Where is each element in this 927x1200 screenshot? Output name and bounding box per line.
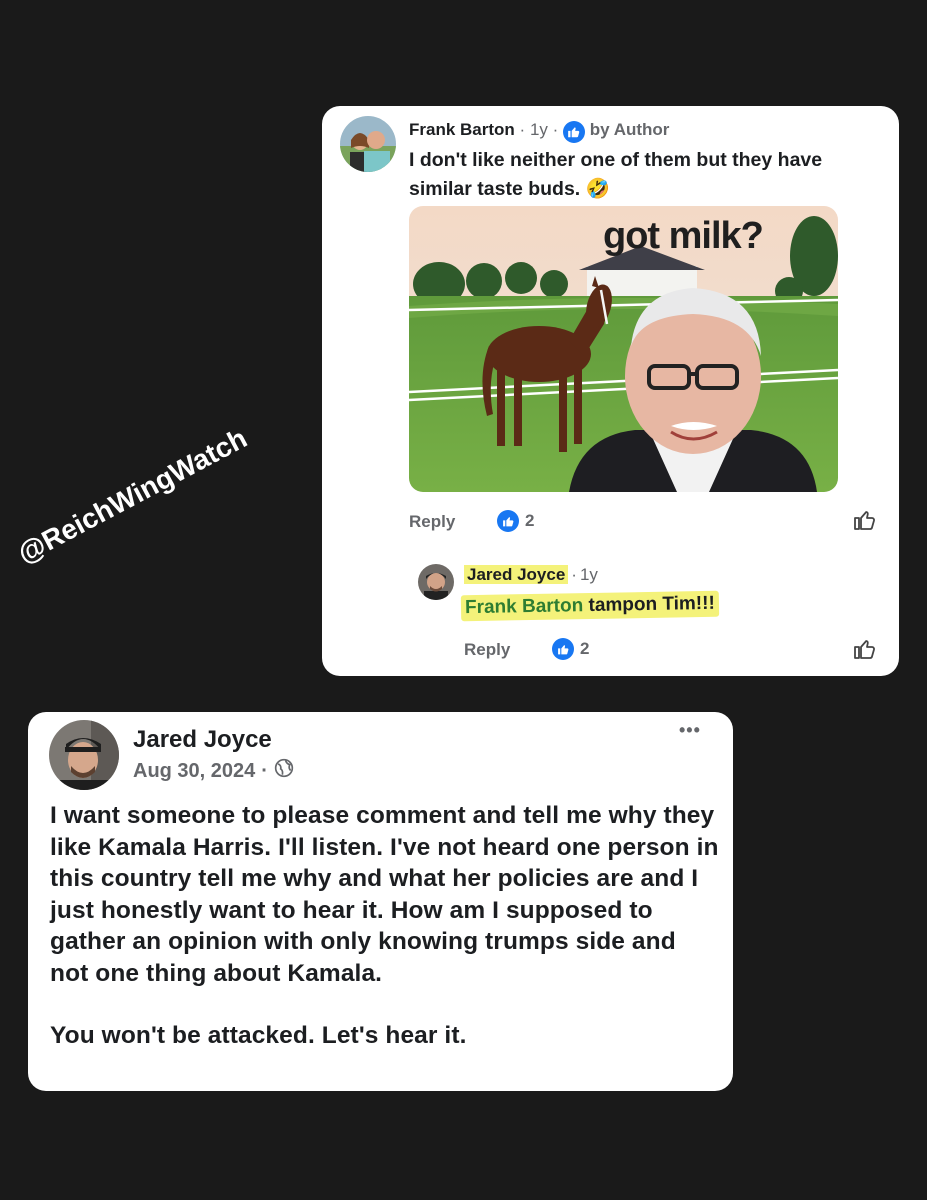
post-paragraph: You won't be attacked. Let's hear it. [50, 1022, 467, 1049]
reply-message: tampon Tim!!! [588, 592, 715, 617]
post-author-name[interactable]: Jared Joyce [133, 726, 272, 754]
author-badge-icon [563, 121, 586, 143]
separator: · [519, 120, 526, 139]
thumbs-up-outline-icon[interactable] [853, 637, 877, 666]
more-options-icon[interactable]: ••• [679, 720, 701, 741]
post-body: I want someone to please comment and tel… [50, 800, 720, 1052]
reply-like-count: 2 [580, 639, 590, 658]
like-icon [552, 638, 574, 660]
post-card: Jared Joyce Aug 30, 2024 · ••• I want so… [28, 712, 733, 1091]
globe-icon [274, 758, 294, 784]
post-paragraph: I want someone to please comment and tel… [50, 802, 719, 987]
watermark: @ReichWingWatch [12, 422, 252, 570]
separator: · [571, 565, 577, 584]
comment-header: Frank Barton · 1y · by Author [409, 120, 669, 143]
reply-reactions[interactable]: 2 [552, 638, 589, 660]
separator: · [261, 759, 268, 782]
reply-author-name[interactable]: Jared Joyce [464, 565, 569, 584]
like-icon [497, 510, 519, 532]
author-badge-label: by Author [589, 120, 670, 139]
comment-card: Frank Barton · 1y · by Author I don't li… [322, 106, 899, 676]
post-date[interactable]: Aug 30, 2024 [133, 760, 255, 783]
comment-reactions[interactable]: 2 [497, 510, 534, 532]
separator: · [552, 120, 559, 139]
comment-time[interactable]: 1y [530, 120, 548, 139]
thumbs-up-outline-icon[interactable] [853, 508, 877, 537]
mention-frank-barton[interactable]: Frank Barton [465, 595, 584, 618]
reply-header: Jared Joyce · 1y [464, 565, 598, 585]
comment-text: I don't like neither one of them but the… [409, 149, 823, 200]
reply-text: Frank Barton tampon Tim!!! [460, 590, 720, 622]
reply-time[interactable]: 1y [580, 565, 598, 584]
post-meta: Aug 30, 2024 · [133, 758, 294, 784]
meme-image[interactable]: got milk? [409, 206, 838, 492]
reply-reply-button[interactable]: Reply [464, 640, 510, 660]
avatar-jared-joyce[interactable] [418, 564, 454, 600]
meme-caption: got milk? [603, 215, 763, 257]
avatar-jared-joyce[interactable] [49, 720, 119, 790]
reply-button[interactable]: Reply [409, 512, 455, 532]
avatar-frank-barton[interactable] [340, 116, 396, 172]
comment-like-count: 2 [525, 511, 535, 530]
comment-author-name[interactable]: Frank Barton [409, 120, 515, 139]
